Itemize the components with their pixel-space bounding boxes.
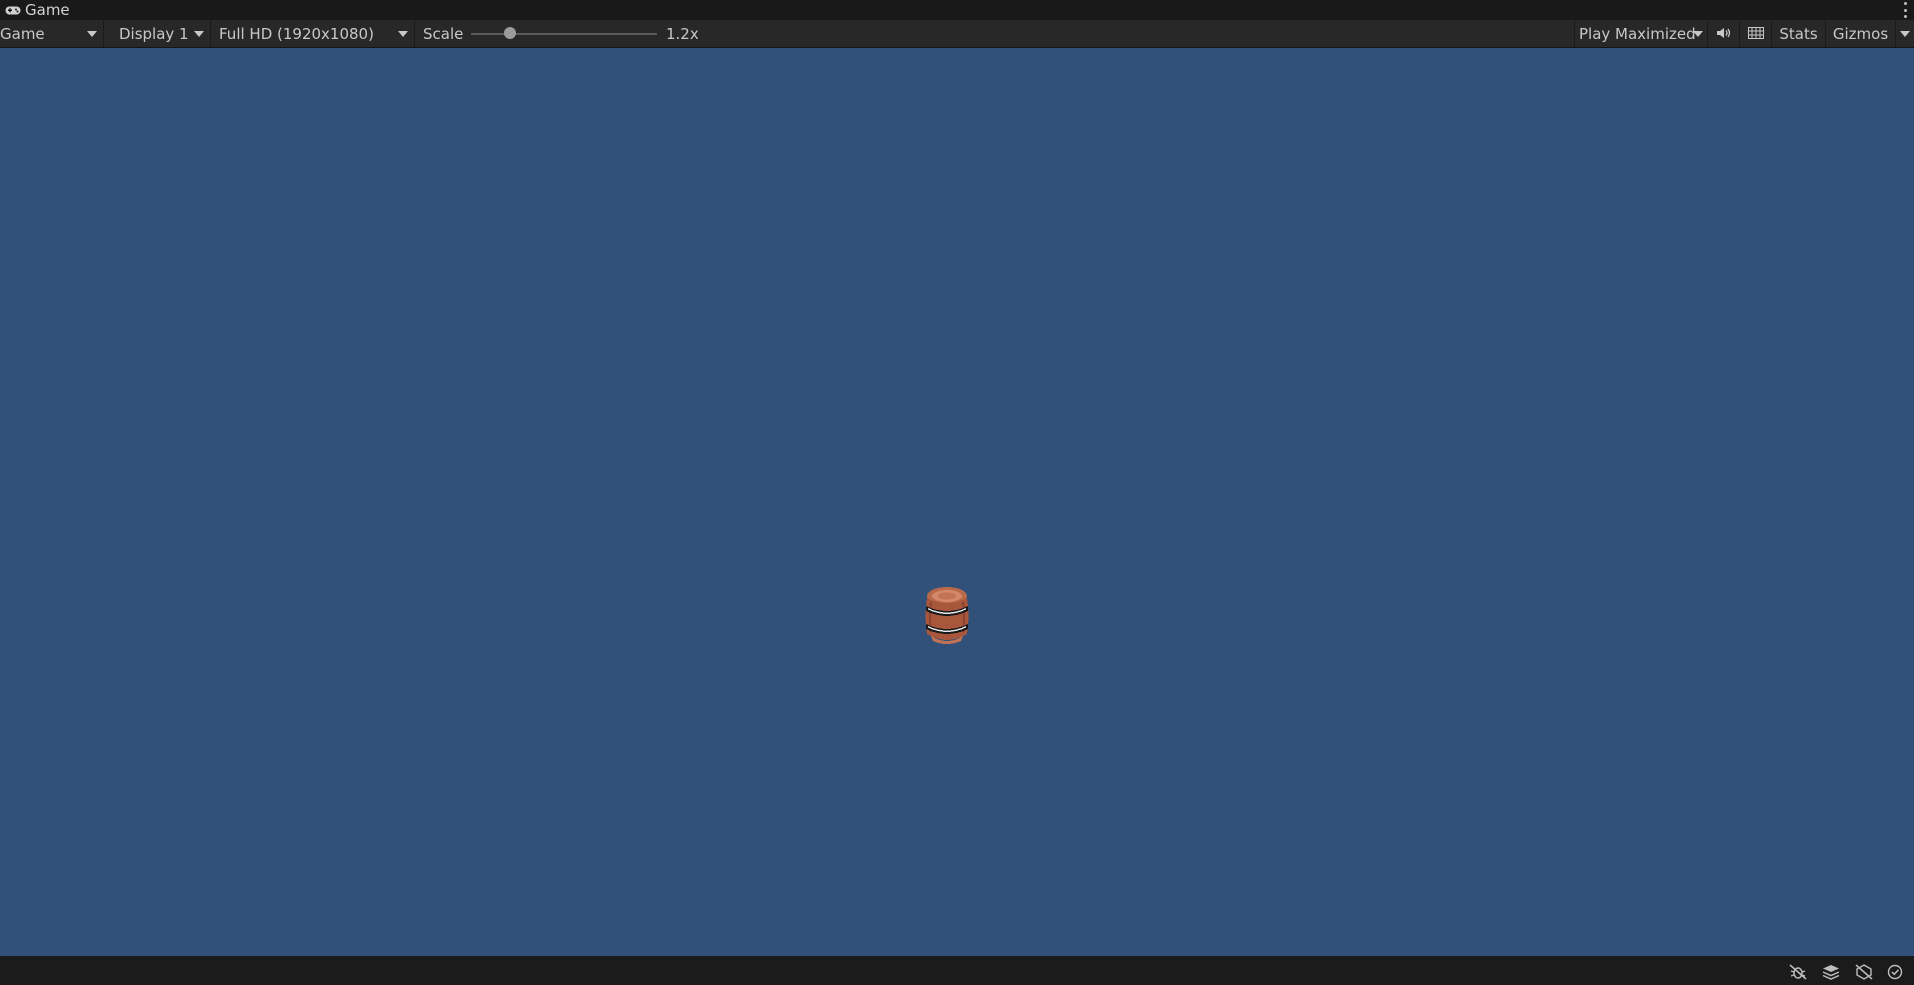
stats-button[interactable]: Stats — [1772, 20, 1826, 47]
display-label: Display 1 — [119, 24, 189, 43]
gizmos-dropdown[interactable] — [1896, 20, 1914, 47]
bug-off-icon[interactable] — [1789, 964, 1807, 980]
scale-slider-thumb[interactable] — [504, 27, 517, 39]
gizmos-button[interactable]: Gizmos — [1826, 20, 1896, 47]
scale-control: Scale 1.2x — [415, 20, 715, 47]
game-view-toolbar: Game Display 1 Full HD (1920x1080) Scale… — [0, 20, 1914, 48]
view-mode-dropdown[interactable]: Game — [0, 20, 104, 47]
scale-value: 1.2x — [666, 25, 699, 43]
gamepad-icon — [5, 5, 23, 15]
view-mode-label: Game — [0, 24, 45, 43]
play-mode-dropdown[interactable]: Play Maximized — [1574, 20, 1708, 47]
grid-icon — [1747, 25, 1764, 43]
gizmos-label: Gizmos — [1832, 24, 1889, 43]
status-bar — [0, 956, 1914, 985]
scale-label: Scale — [423, 25, 464, 43]
chevron-down-icon — [1693, 31, 1703, 37]
kebab-menu-icon[interactable] — [1904, 2, 1908, 18]
resolution-label: Full HD (1920x1080) — [219, 24, 374, 43]
play-mode-label: Play Maximized — [1579, 24, 1696, 43]
window-tab-bar: Game — [0, 0, 1914, 20]
resolution-dropdown[interactable]: Full HD (1920x1080) — [211, 20, 415, 47]
chevron-down-icon — [87, 31, 97, 37]
chevron-down-icon — [194, 31, 204, 37]
barrel-sprite — [925, 587, 969, 644]
mute-audio-button[interactable] — [1708, 20, 1740, 47]
check-circle-icon[interactable] — [1886, 964, 1904, 980]
chevron-down-icon — [398, 31, 408, 37]
game-viewport[interactable] — [0, 48, 1914, 956]
aspect-overlay-button[interactable] — [1740, 20, 1772, 47]
stats-label: Stats — [1779, 24, 1818, 43]
scene-visibility-icon[interactable] — [1855, 964, 1873, 980]
layers-icon[interactable] — [1822, 964, 1840, 980]
chevron-down-icon — [1900, 31, 1910, 37]
scale-slider-track[interactable] — [471, 33, 657, 35]
display-dropdown[interactable]: Display 1 — [111, 20, 211, 47]
game-tab-title[interactable]: Game — [25, 1, 70, 19]
speaker-icon — [1716, 25, 1732, 43]
